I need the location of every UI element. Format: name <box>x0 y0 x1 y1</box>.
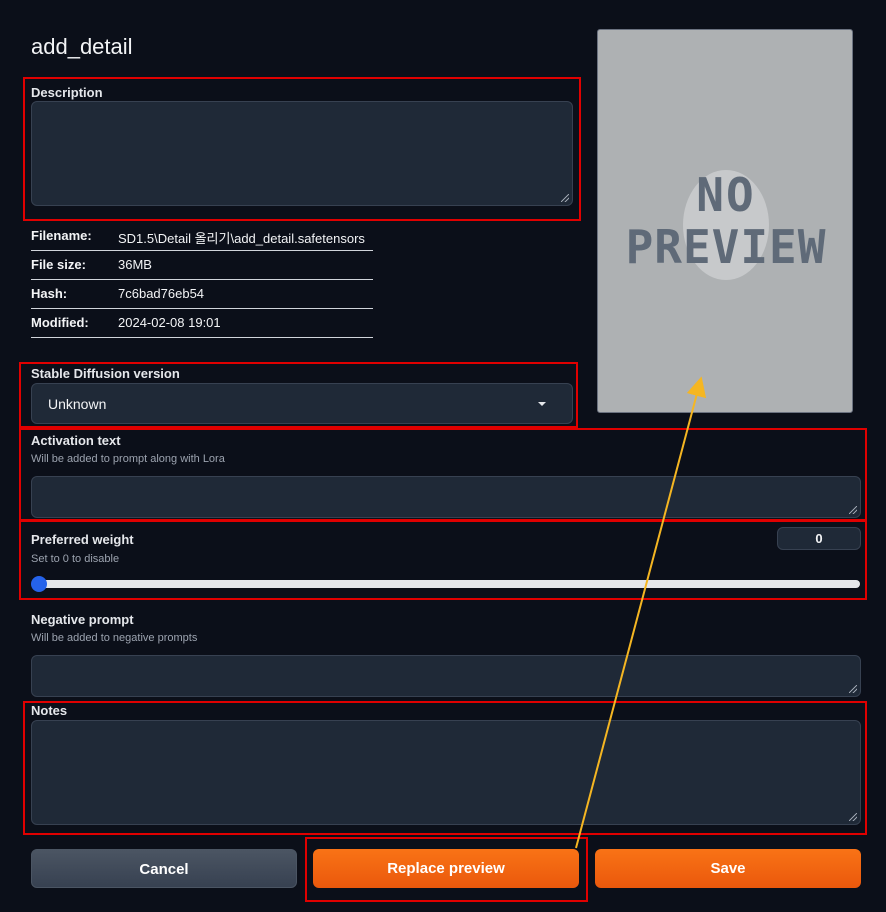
sd-version-selected: Unknown <box>48 396 107 412</box>
resize-grip-icon[interactable] <box>849 506 857 514</box>
info-row-filesize: File size: 36MB <box>31 251 373 280</box>
info-row-hash: Hash: 7c6bad76eb54 <box>31 280 373 309</box>
weight-hint: Set to 0 to disable <box>31 553 120 565</box>
info-value: 2024-02-08 19:01 <box>118 315 221 330</box>
info-value: 7c6bad76eb54 <box>118 286 205 301</box>
cancel-button[interactable]: Cancel <box>31 849 297 888</box>
sd-version-label: Stable Diffusion version <box>31 366 180 381</box>
sd-version-dropdown[interactable]: Unknown <box>31 383 573 424</box>
info-key: Filename: <box>31 228 92 243</box>
weight-slider-handle[interactable] <box>31 576 47 592</box>
info-row-modified: Modified: 2024-02-08 19:01 <box>31 309 373 338</box>
info-key: Modified: <box>31 315 89 330</box>
save-button[interactable]: Save <box>595 849 861 888</box>
info-row-filename: Filename: SD1.5\Detail 올리기\add_detail.sa… <box>31 222 373 251</box>
negative-hint: Will be added to negative prompts <box>31 632 198 644</box>
replace-preview-button[interactable]: Replace preview <box>313 849 579 888</box>
negative-label: Negative prompt <box>31 612 134 627</box>
info-key: File size: <box>31 257 86 272</box>
notes-field[interactable] <box>31 720 861 825</box>
resize-grip-icon[interactable] <box>849 813 857 821</box>
resize-grip-icon[interactable] <box>561 194 569 202</box>
info-value: 36MB <box>118 257 152 272</box>
preview-text-line2: PREVIEW <box>625 220 827 274</box>
info-value: SD1.5\Detail 올리기\add_detail.safetensors <box>118 231 365 246</box>
preview-image[interactable]: NO PREVIEW <box>597 29 853 413</box>
weight-label: Preferred weight <box>31 532 134 547</box>
preview-text-line1: NO <box>696 168 756 222</box>
resize-grip-icon[interactable] <box>849 685 857 693</box>
info-key: Hash: <box>31 286 68 301</box>
activation-hint: Will be added to prompt along with Lora <box>31 453 225 465</box>
weight-number-input[interactable]: 0 <box>777 527 861 550</box>
description-label: Description <box>31 85 103 100</box>
negative-field[interactable] <box>31 655 861 697</box>
weight-slider-track[interactable] <box>32 580 860 588</box>
activation-field[interactable] <box>31 476 861 518</box>
caret-down-icon <box>538 402 546 406</box>
activation-label: Activation text <box>31 433 121 448</box>
description-field[interactable] <box>31 101 573 206</box>
highlight-weight <box>19 520 867 600</box>
page-title: add_detail <box>31 34 133 59</box>
notes-label: Notes <box>31 703 68 718</box>
